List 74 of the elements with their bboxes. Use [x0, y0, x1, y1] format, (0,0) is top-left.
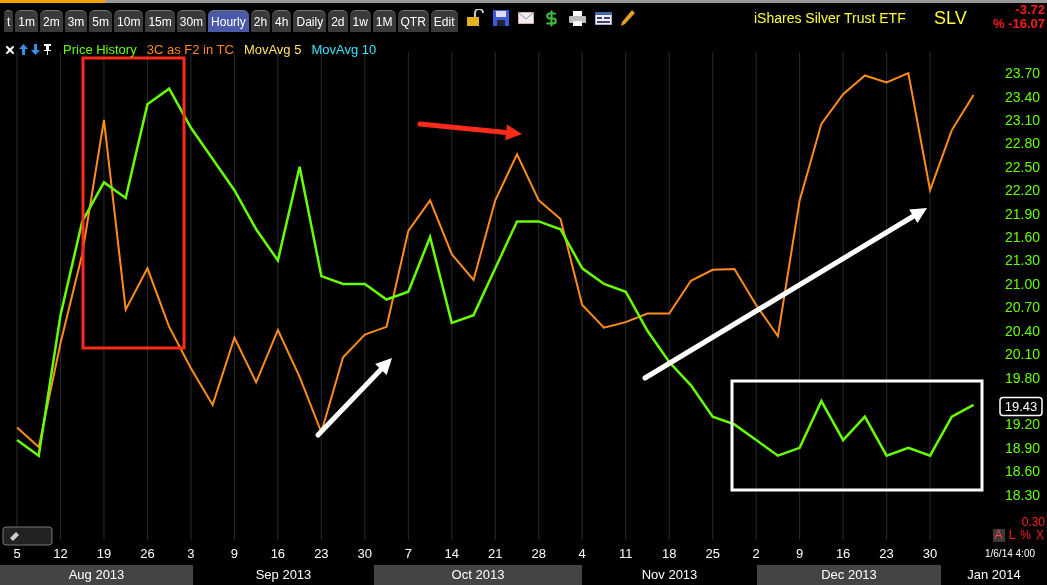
timeframe-tab[interactable]: 5m [89, 10, 113, 32]
timeframe-tab[interactable]: 3m [64, 10, 88, 32]
axis-label: 25 [705, 546, 720, 561]
timeframe-tab[interactable]: 30m [176, 10, 207, 32]
month-label: Aug 2013 [0, 565, 193, 585]
axis-label: 9 [796, 546, 804, 561]
axis-label: 21.90 [1004, 205, 1040, 222]
axis-label: 23 [879, 546, 894, 561]
timestamp: 1/6/14 4:00 [985, 548, 1035, 559]
axis-label: 7 [404, 546, 412, 561]
timeframe-tab[interactable]: 10m [114, 10, 144, 32]
axis-label: 16 [835, 546, 851, 561]
legend-item[interactable]: MovAvg 5 [243, 40, 302, 60]
timeframe-tab[interactable]: t [4, 10, 14, 32]
axis-label: 18.90 [1004, 439, 1040, 456]
axis-label: 22.80 [1004, 135, 1040, 152]
axis-label: 21.00 [1004, 275, 1040, 292]
axis-label: 19 [96, 546, 112, 561]
axis-label: 19.80 [1004, 369, 1040, 386]
scale-button[interactable]: X [1035, 529, 1045, 542]
scale-value: 0.30 [1021, 515, 1045, 529]
timeframe-tab[interactable]: Daily [293, 10, 327, 32]
axis-label: 21.30 [1004, 252, 1040, 269]
timeframe-tab[interactable]: 1M [372, 10, 396, 32]
axis-label: 14 [444, 546, 460, 561]
price-change: -3.72 [1015, 3, 1045, 17]
legend-item[interactable]: 3C as F2 in TC [146, 40, 234, 60]
axis-label: 3 [187, 546, 195, 561]
timeframe-tab[interactable]: 1m [15, 10, 38, 32]
axis-label: 30 [922, 546, 938, 561]
axis-label: 9 [230, 546, 238, 561]
legend-item[interactable]: MovAvg 10 [311, 40, 377, 60]
axis-label: 30 [357, 546, 373, 561]
timeframe-tab[interactable]: 2m [40, 10, 63, 32]
timeframe-tab[interactable]: 15m [145, 10, 175, 32]
axis-label: 22.50 [1004, 158, 1040, 175]
timeframe-tab[interactable]: 4h [272, 10, 292, 32]
last-price-label: 19.43 [999, 396, 1043, 417]
axis-label: 28 [531, 546, 546, 561]
month-label: Oct 2013 [374, 565, 582, 585]
scale-button[interactable]: % [1019, 529, 1032, 542]
axis-label: 23.40 [1004, 88, 1040, 105]
axis-label: 20.70 [1004, 299, 1040, 316]
timeframe-tab[interactable]: QTR [397, 10, 429, 32]
legend-item[interactable]: Price History [63, 40, 137, 60]
security-title: iShares Silver Trust ETF [754, 9, 906, 28]
axis-label: 23 [314, 546, 329, 561]
axis-label: 20.10 [1004, 346, 1040, 363]
axis-label: 26 [140, 546, 155, 561]
axis-label: 21.60 [1004, 229, 1040, 246]
timeframe-tab[interactable]: Hourly [208, 10, 249, 32]
axis-label: 23.70 [1004, 65, 1040, 82]
percent-change: % -16.07 [992, 17, 1045, 31]
axis-label: 23.10 [1004, 111, 1040, 128]
axis-label: 5 [13, 546, 21, 561]
symbol: SLV [934, 7, 967, 30]
axis-label: 11 [618, 546, 633, 561]
scale-button[interactable]: L [1007, 529, 1017, 542]
axis-label: 16 [270, 546, 286, 561]
timeframe-tab[interactable]: Edit [430, 10, 458, 32]
axis-label: 18 [661, 546, 677, 561]
axis-label: 2 [752, 546, 760, 561]
axis-label: 22.20 [1004, 182, 1040, 199]
month-label: Dec 2013 [757, 565, 941, 585]
axis-label: 12 [53, 546, 68, 561]
axis-label: 21 [488, 546, 503, 561]
axis-label: 18.30 [1004, 486, 1040, 503]
timeframe-tab[interactable]: 2h [250, 10, 271, 32]
timeframe-tab[interactable]: 2d [328, 10, 348, 32]
axis-label: 19.20 [1004, 416, 1040, 433]
timeframe-tab[interactable]: 1w [349, 10, 371, 32]
axis-label: 4 [578, 546, 586, 561]
axis-label: 20.40 [1004, 322, 1040, 339]
axis-label: 18.60 [1004, 463, 1040, 480]
